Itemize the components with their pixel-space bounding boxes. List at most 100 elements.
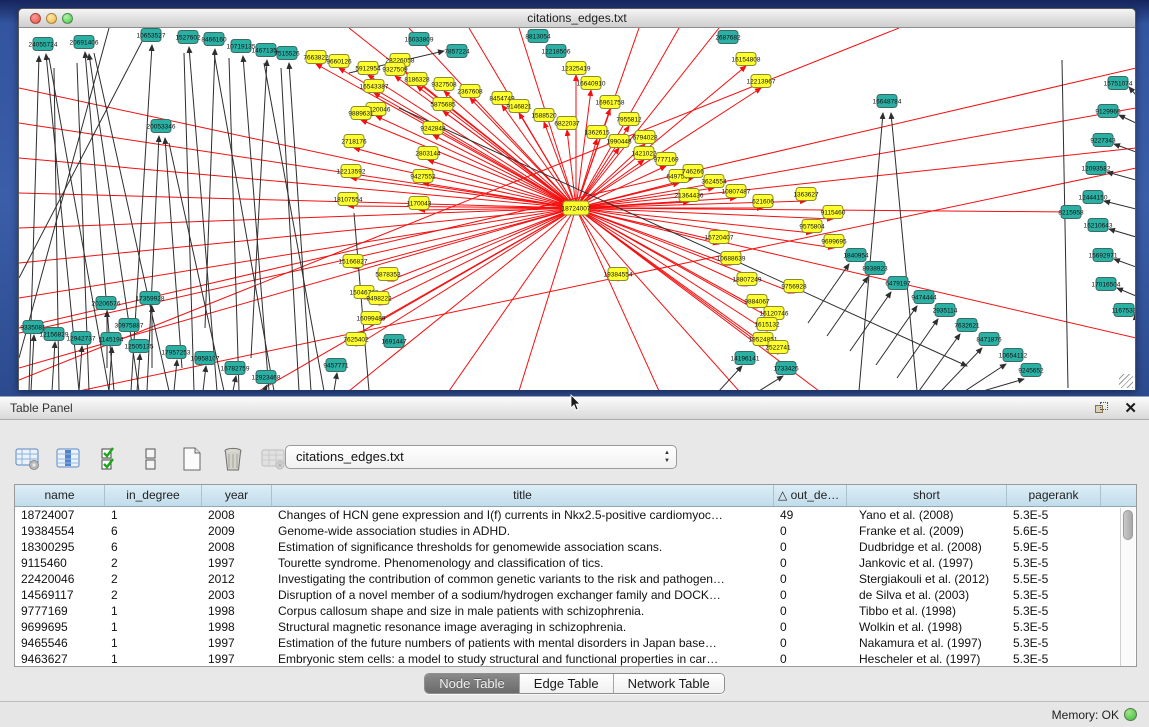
column-header-name[interactable]: name <box>15 485 105 506</box>
graph-node[interactable]: 20691406 <box>70 36 99 49</box>
table-cell[interactable]: 5.3E-5 <box>1007 507 1101 523</box>
graph-edge[interactable] <box>891 113 917 390</box>
table-cell[interactable]: 1 <box>105 651 202 667</box>
graph-node[interactable]: 1170043 <box>407 197 432 210</box>
graph-node[interactable]: 9777169 <box>653 153 679 166</box>
table-cell[interactable]: 9463627 <box>15 651 105 667</box>
graph-node[interactable]: 1527602 <box>175 31 201 44</box>
table-cell[interactable]: 1998 <box>202 619 272 635</box>
graph-edge[interactable] <box>850 292 891 351</box>
table-cell[interactable]: 14569117 <box>15 587 105 603</box>
graph-edge[interactable] <box>1104 201 1135 209</box>
table-cell[interactable]: 1 <box>105 507 202 523</box>
table-cell[interactable]: 2 <box>105 587 202 603</box>
graph-edge[interactable] <box>353 208 576 268</box>
table-panel-header[interactable]: Table Panel ✕ <box>0 396 1149 420</box>
graph-node[interactable]: 15751074 <box>1104 77 1133 90</box>
table-cell[interactable]: 2 <box>105 555 202 571</box>
tab-edge-table[interactable]: Edge Table <box>520 674 614 693</box>
graph-node[interactable]: 1840954 <box>843 249 869 262</box>
graph-node[interactable]: 8186328 <box>404 73 430 86</box>
window-resize-grip[interactable] <box>1119 374 1133 388</box>
graph-edge[interactable] <box>1062 60 1068 388</box>
table-cell[interactable]: 1997 <box>202 555 272 571</box>
graph-node[interactable]: 12218506 <box>542 45 571 58</box>
graph-node[interactable]: 9575804 <box>799 220 825 233</box>
table-cell[interactable]: 9115460 <box>15 555 105 571</box>
graph-node[interactable]: 2367608 <box>457 85 483 98</box>
graph-edge[interactable] <box>983 379 1024 390</box>
graph-node[interactable]: 7955812 <box>616 113 642 126</box>
table-cell[interactable]: 19384554 <box>15 523 105 539</box>
network-view-window[interactable]: citations_edges.txt 24055724206914061065… <box>18 8 1136 390</box>
graph-node[interactable]: 7515526 <box>274 47 300 60</box>
table-cell[interactable]: 2012 <box>202 571 272 587</box>
graph-node[interactable]: 2687682 <box>715 31 741 44</box>
table-cell[interactable]: 5.3E-5 <box>1007 651 1101 667</box>
graph-node[interactable]: 1362615 <box>584 126 610 139</box>
column-header-pagerank[interactable]: pagerank <box>1007 485 1101 506</box>
table-settings-icon[interactable] <box>14 446 41 473</box>
graph-edge[interactable] <box>289 63 311 390</box>
table-cell[interactable]: 49 <box>774 507 847 523</box>
column-header-year[interactable]: year <box>202 485 272 506</box>
graph-node[interactable]: 10807487 <box>722 185 751 198</box>
graph-node[interactable]: 1363627 <box>793 188 819 201</box>
table-cell[interactable]: 1 <box>105 635 202 651</box>
graph-node[interactable]: 12923468 <box>252 371 281 384</box>
graph-edge[interactable] <box>1119 115 1135 123</box>
graph-node[interactable]: 9889631 <box>348 107 374 120</box>
table-cell[interactable]: Estimation of significance thresholds fo… <box>272 539 774 555</box>
table-row[interactable]: 1830029562008Estimation of significance … <box>15 539 1136 555</box>
table-cell[interactable]: 0 <box>774 619 847 635</box>
graph-edge[interactable] <box>470 98 576 208</box>
graph-node[interactable]: 24055724 <box>29 38 58 51</box>
table-vertical-scrollbar[interactable] <box>1120 508 1135 666</box>
table-cell[interactable]: Nakamura et al. (1997) <box>847 635 1007 651</box>
graph-edge[interactable] <box>174 360 177 390</box>
graph-edge[interactable] <box>919 334 960 390</box>
graph-node[interactable]: 16210643 <box>1084 219 1113 232</box>
graph-node[interactable]: 16782759 <box>221 362 250 375</box>
table-cell[interactable]: Dudbridge et al. (2008) <box>847 539 1007 555</box>
graph-edge[interactable] <box>399 108 967 366</box>
network-window-titlebar[interactable]: citations_edges.txt <box>19 9 1135 28</box>
graph-node[interactable]: 12325419 <box>562 62 591 75</box>
graph-node[interactable]: 9884067 <box>744 295 770 308</box>
table-cell[interactable]: Tourette syndrome. Phenomenology and cla… <box>272 555 774 571</box>
table-cell[interactable]: 1997 <box>202 635 272 651</box>
graph-node[interactable]: 12444150 <box>1079 191 1108 204</box>
table-selector-dropdown[interactable]: citations_edges.txt ▲▼ <box>285 445 677 469</box>
graph-node[interactable]: 12942737 <box>67 332 96 345</box>
graph-node[interactable]: 9115460 <box>821 206 846 219</box>
graph-node[interactable]: 6479197 <box>885 277 911 290</box>
graph-node[interactable]: 7632621 <box>954 319 980 332</box>
graph-edge[interactable] <box>827 277 868 336</box>
graph-node[interactable]: 18107554 <box>334 193 363 206</box>
table-cell[interactable]: 5.3E-5 <box>1007 635 1101 651</box>
show-columns-icon[interactable] <box>55 446 82 473</box>
float-panel-icon[interactable] <box>1095 402 1109 415</box>
graph-node[interactable]: 6794028 <box>632 131 658 144</box>
table-row[interactable]: 1938455462009Genome-wide association stu… <box>15 523 1136 539</box>
graph-node[interactable]: 5875685 <box>430 98 456 111</box>
table-cell[interactable]: 5.3E-5 <box>1007 555 1101 571</box>
table-cell[interactable]: 0 <box>774 587 847 603</box>
graph-hub-node[interactable]: 18724007 <box>562 201 591 215</box>
table-cell[interactable]: Estimation of the future numbers of pati… <box>272 635 774 651</box>
graph-node[interactable]: 9245652 <box>1018 364 1044 377</box>
table-cell[interactable]: 0 <box>774 539 847 555</box>
graph-node[interactable]: 15720407 <box>705 231 734 244</box>
table-cell[interactable]: 5.3E-5 <box>1007 603 1101 619</box>
scrollbar-thumb[interactable] <box>1123 510 1133 540</box>
table-row[interactable]: 946362711997Embryonic stem cells: a mode… <box>15 651 1136 667</box>
table-row[interactable]: 2242004622012Investigating the contribut… <box>15 571 1136 587</box>
graph-node[interactable]: 15692971 <box>1089 249 1118 262</box>
memory-status-indicator[interactable] <box>1124 708 1137 721</box>
graph-node[interactable]: 9327509 <box>382 63 408 76</box>
graph-node[interactable]: 1145194 <box>99 333 124 346</box>
table-cell[interactable]: Tibbo et al. (1998) <box>847 603 1007 619</box>
graph-edge[interactable] <box>897 319 938 378</box>
graph-node[interactable]: 8813054 <box>525 30 551 43</box>
table-cell[interactable]: 0 <box>774 555 847 571</box>
